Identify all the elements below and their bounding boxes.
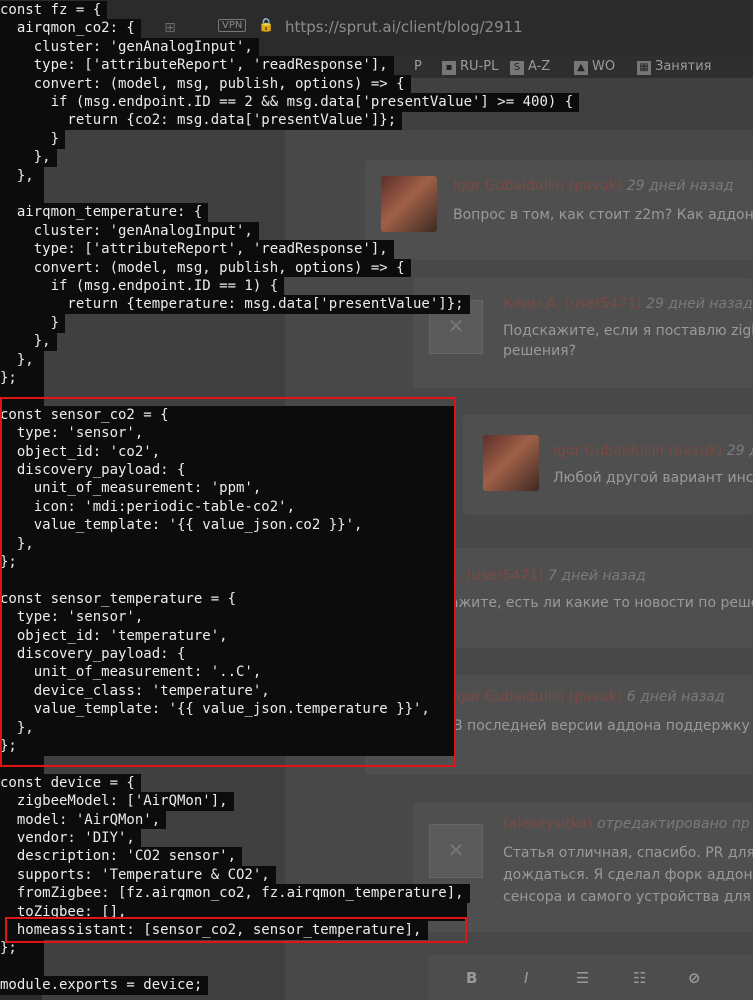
code-line: module.exports = device;: [0, 977, 203, 994]
code-line: convert: (model, msg, publish, options) …: [0, 75, 405, 92]
code-line: fromZigbee: [fz.airqmon_co2, fz.airqmon_…: [0, 885, 464, 902]
code-line: description: 'CO2 sensor',: [0, 848, 237, 865]
code-line: type: ['attributeReport', 'readResponse'…: [0, 241, 388, 258]
code-line: if (msg.endpoint.ID == 2 && msg.data['pr…: [0, 94, 574, 110]
code-line: supports: 'Temperature & CO2',: [0, 866, 270, 883]
code-line: return {temperature: msg.data['presentVa…: [0, 296, 464, 313]
code-line: };: [0, 370, 17, 386]
code-line: return {co2: msg.data['presentValue']};: [0, 112, 397, 129]
sensor-definitions-highlight: [0, 397, 456, 767]
code-line: convert: (model, msg, publish, options) …: [0, 259, 405, 276]
code-line-background: [0, 957, 44, 977]
code-line: },: [0, 149, 51, 166]
code-line: }: [0, 314, 60, 331]
code-line: const device = {: [0, 774, 135, 791]
code-line-background: [0, 185, 44, 204]
code-line: if (msg.endpoint.ID == 1) {: [0, 278, 279, 294]
homeassistant-line-highlight: [5, 917, 467, 943]
code-line: },: [0, 351, 34, 368]
code-line: airqmon_co2: {: [0, 20, 135, 37]
code-line: model: 'AirQMon',: [0, 811, 161, 828]
code-line: }: [0, 130, 60, 147]
code-line: },: [0, 167, 34, 184]
code-line: airqmon_temperature: {: [0, 204, 203, 221]
code-line: vendor: 'DIY',: [0, 830, 135, 846]
code-line: },: [0, 333, 51, 350]
code-line: type: ['attributeReport', 'readResponse'…: [0, 57, 388, 74]
code-line: cluster: 'genAnalogInput',: [0, 222, 253, 239]
code-line: zigbeeModel: ['AirQMon'],: [0, 793, 228, 810]
code-line: const fz = {: [0, 2, 102, 18]
code-line: cluster: 'genAnalogInput',: [0, 38, 253, 55]
